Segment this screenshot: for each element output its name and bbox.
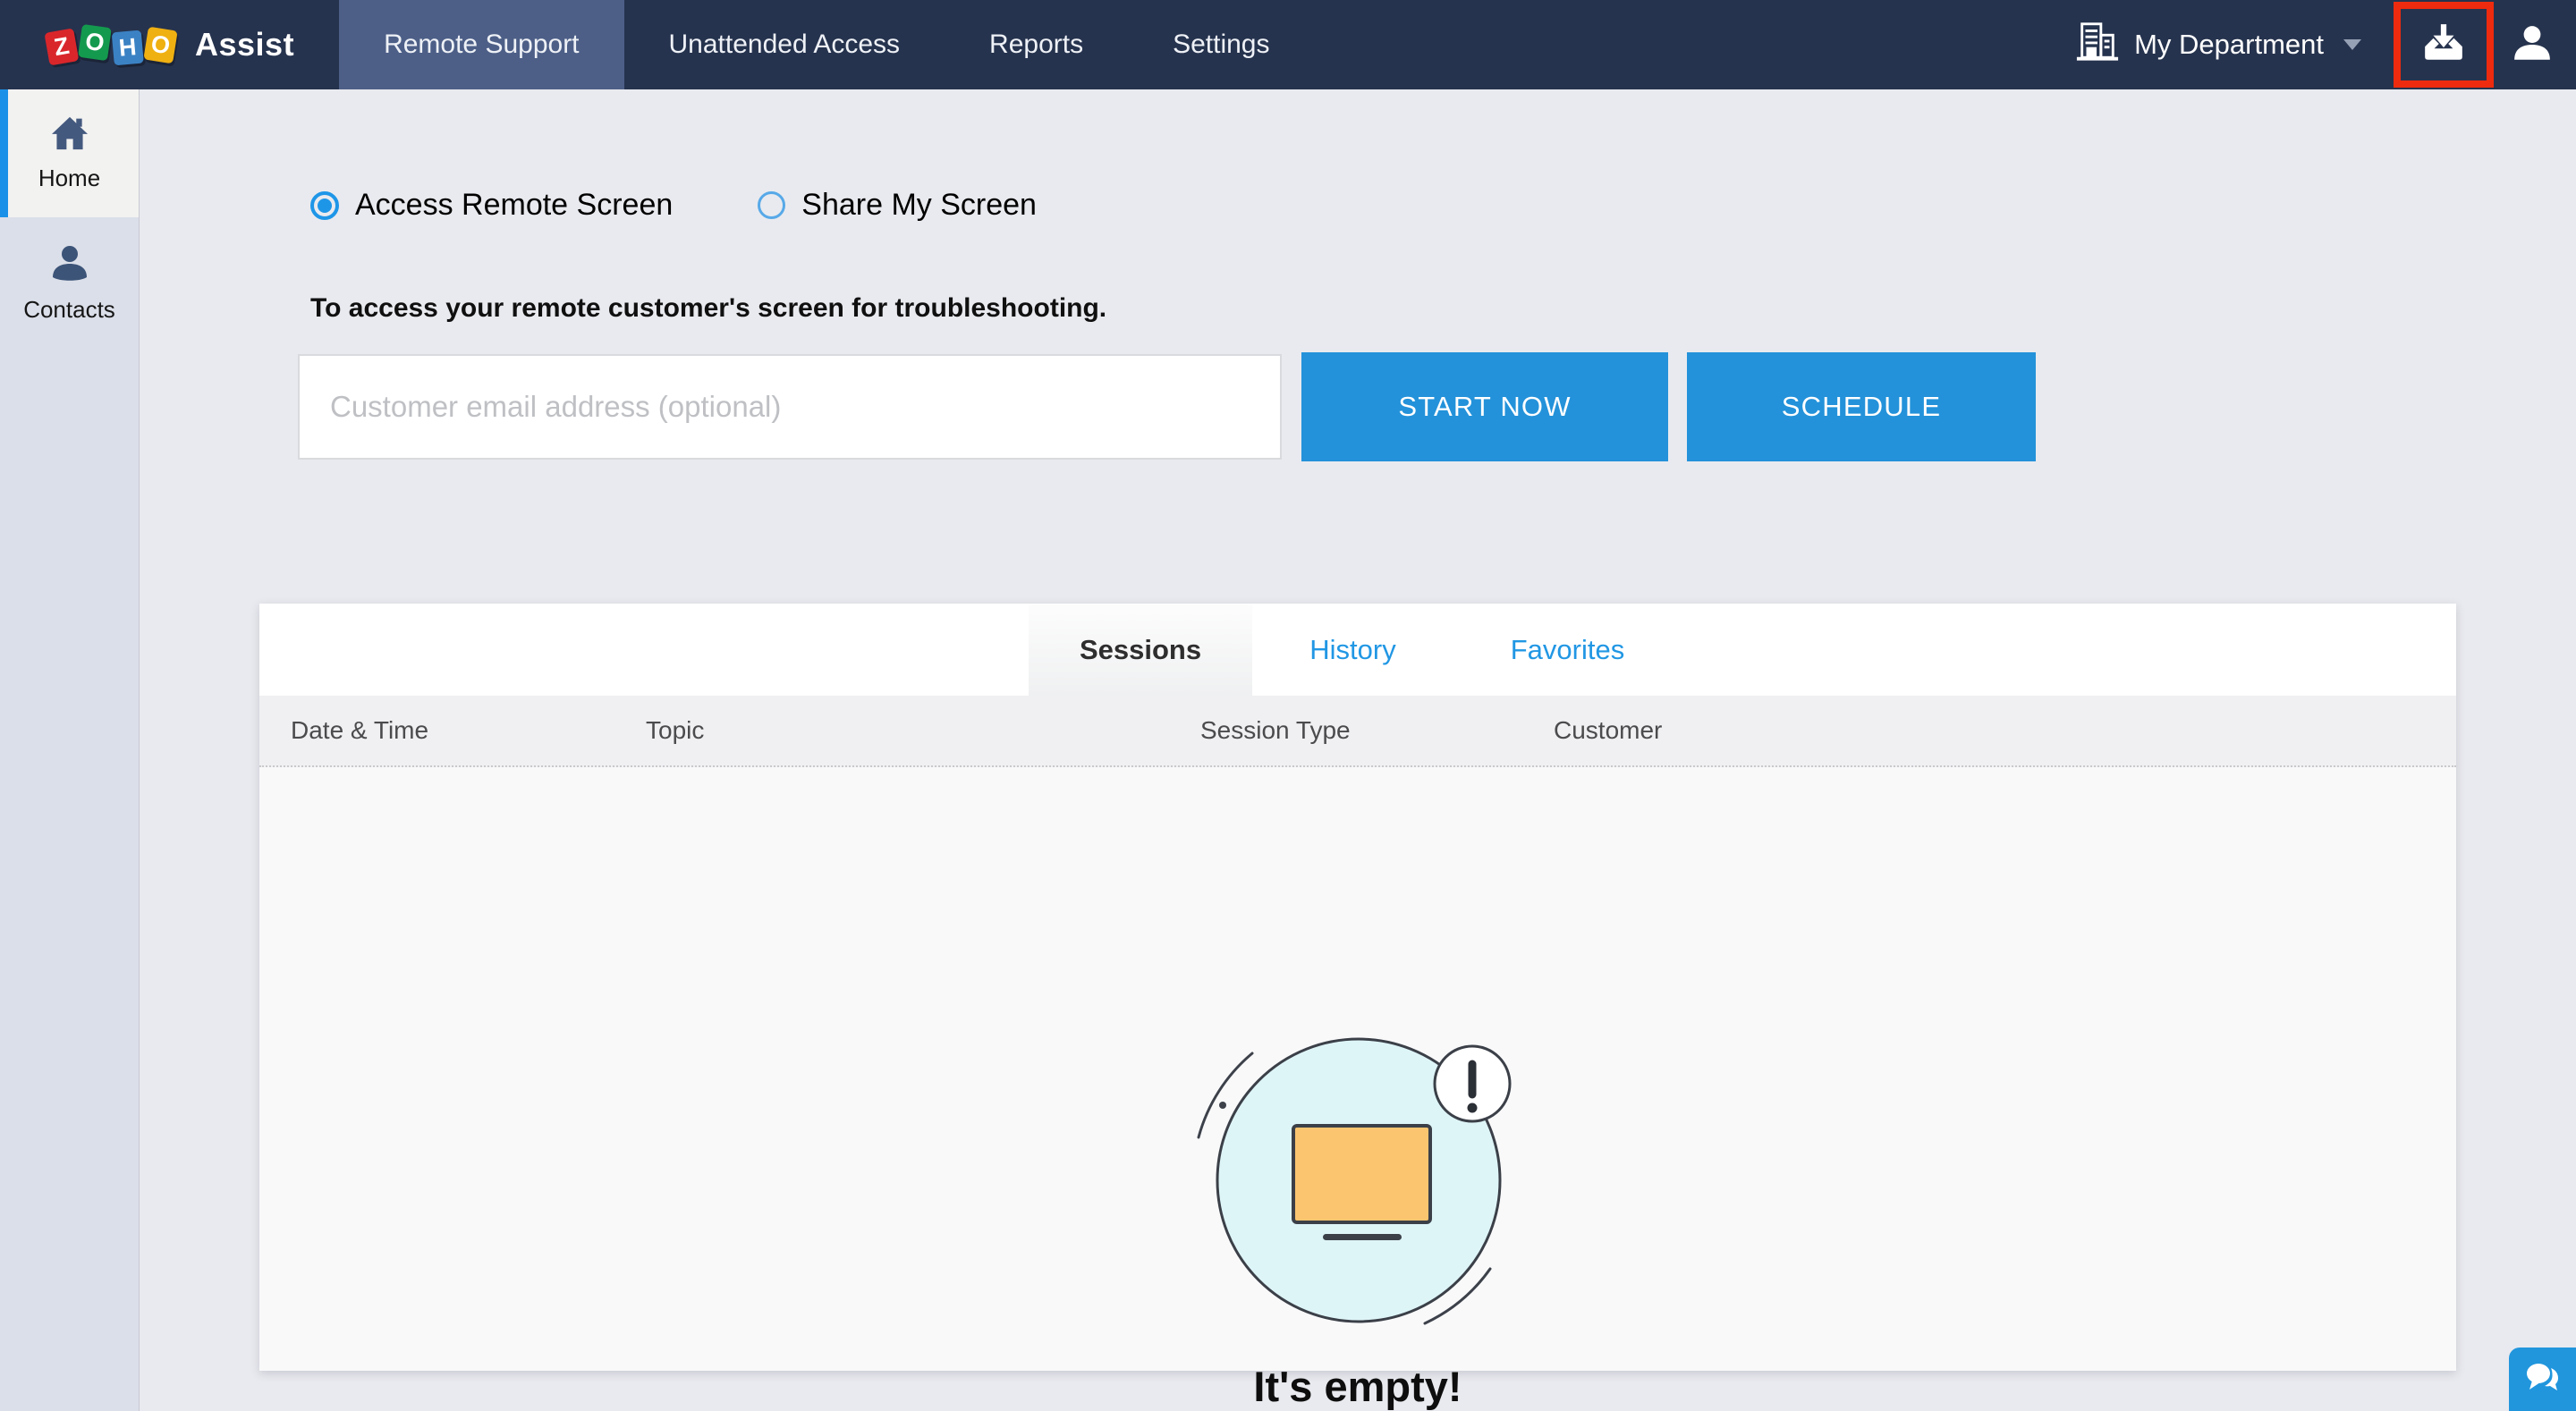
zoho-tile-o2: O [143,26,177,63]
department-label: My Department [2134,29,2324,61]
sessions-table-header: Date & Time Topic Session Type Customer [259,696,2456,767]
nav-item-settings[interactable]: Settings [1128,0,1314,89]
tab-history[interactable]: History [1252,604,1453,696]
nav-item-unattended-access[interactable]: Unattended Access [624,0,945,89]
radio-label: Access Remote Screen [355,188,673,223]
radio-selected-icon[interactable] [310,191,339,220]
zoho-tile-o1: O [78,23,112,60]
main-content: Access Remote Screen Share My Screen To … [140,89,2576,1411]
start-now-button[interactable]: START NOW [1301,352,1668,461]
nav-item-remote-support[interactable]: Remote Support [339,0,623,89]
nav-item-reports[interactable]: Reports [945,0,1128,89]
zoho-logo: Z O H O [47,29,175,62]
navbar-right-cluster: My Department [2075,0,2576,89]
empty-state-title: It's empty! [259,1362,2456,1411]
sidebar-item-label: Home [38,165,100,192]
brand-logo[interactable]: Z O H O Assist [0,0,294,89]
session-mode-radios: Access Remote Screen Share My Screen [310,188,1037,223]
radio-unselected-icon[interactable] [758,191,785,219]
tab-favorites[interactable]: Favorites [1453,604,1682,696]
download-icon [2421,23,2466,67]
department-selector[interactable]: My Department [2075,20,2361,70]
product-name: Assist [195,26,294,63]
sidebar-item-label: Contacts [23,296,115,324]
caret-down-icon [2343,39,2361,50]
radio-share-my-screen[interactable]: Share My Screen [758,188,1037,223]
radio-label: Share My Screen [801,188,1037,223]
column-session-type: Session Type [1200,696,1351,765]
schedule-button[interactable]: SCHEDULE [1687,352,2036,461]
building-icon [2075,20,2120,70]
chat-button[interactable] [2509,1348,2576,1411]
sessions-panel: Sessions History Favorites Date & Time T… [259,604,2456,1371]
user-icon [2512,23,2553,67]
contacts-icon [50,245,89,287]
profile-button[interactable] [2512,23,2553,67]
left-sidebar: Home Contacts [0,89,140,1411]
sessions-tabbar: Sessions History Favorites [259,604,2456,696]
top-navbar: Z O H O Assist Remote Support Unattended… [0,0,2576,89]
download-button[interactable] [2421,23,2466,67]
sessions-table-body: It's empty! Start scheduling remote supp… [259,769,2456,1371]
radio-access-remote-screen[interactable]: Access Remote Screen [310,188,673,223]
column-date-time: Date & Time [291,696,428,765]
empty-illustration [1182,1016,1540,1378]
zoho-tile-z: Z [44,28,79,65]
zoho-tile-h: H [112,30,144,65]
annotation-highlight-box [2394,2,2494,88]
column-topic: Topic [646,696,704,765]
chat-icon [2524,1362,2562,1397]
home-icon [50,115,89,156]
customer-email-input[interactable] [298,354,1282,460]
primary-nav: Remote Support Unattended Access Reports… [339,0,1314,89]
sidebar-item-contacts[interactable]: Contacts [0,217,139,351]
sidebar-item-home[interactable]: Home [0,89,139,217]
column-customer: Customer [1554,696,1662,765]
form-description: To access your remote customer's screen … [310,293,1106,324]
tab-sessions[interactable]: Sessions [1029,604,1252,696]
